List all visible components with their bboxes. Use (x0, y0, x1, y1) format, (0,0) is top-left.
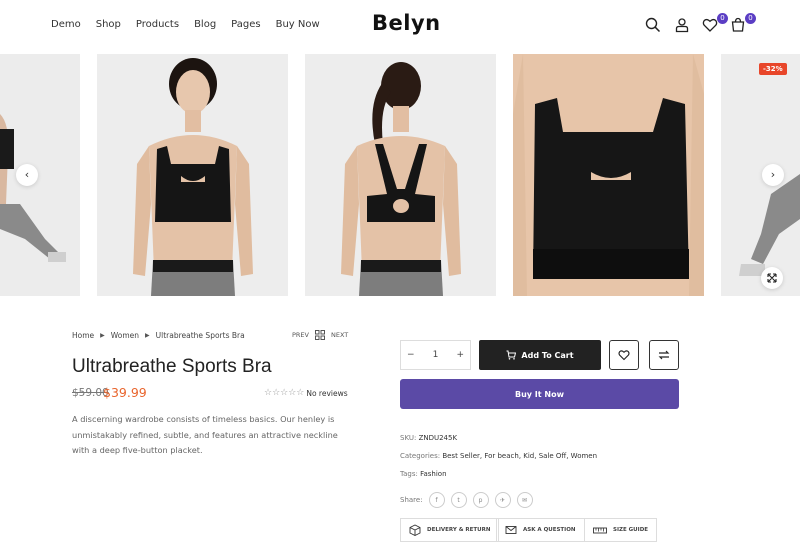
box-icon (409, 524, 421, 536)
breadcrumb: Home ▶ Women ▶ Ultrabreathe Sports Bra (72, 331, 245, 340)
pinterest-icon[interactable]: p (472, 492, 489, 508)
add-to-cart-label: Add To Cart (521, 350, 574, 360)
cart-count-badge: 0 (745, 13, 756, 24)
wishlist-count-badge: 0 (717, 13, 728, 24)
reviews-count[interactable]: No reviews (306, 389, 347, 398)
quantity-stepper: − 1 + (400, 340, 471, 370)
gallery-image-back[interactable] (305, 54, 496, 296)
delivery-return-label: DELIVERY & RETURN (427, 527, 491, 533)
site-logo[interactable]: Belyn (372, 11, 441, 35)
compare-button[interactable] (649, 340, 679, 370)
sku-value: ZNDU245K (418, 434, 458, 442)
size-guide-label: SIZE GUIDE (613, 527, 649, 533)
expand-icon (767, 273, 777, 283)
search-icon[interactable] (645, 17, 665, 37)
site-header: Demo Shop Products Blog Pages Buy Now Be… (0, 0, 800, 52)
gallery-image-side[interactable] (721, 54, 800, 296)
sku-label: SKU: (400, 434, 417, 442)
sku-row: SKU: ZNDU245K (400, 434, 457, 442)
add-to-cart-button[interactable]: Add To Cart (479, 340, 601, 370)
buy-now-button[interactable]: Buy It Now (400, 379, 679, 409)
gallery-prev-button[interactable]: ‹ (16, 164, 38, 186)
gallery-image-lunge[interactable] (0, 54, 80, 296)
nav-products[interactable]: Products (136, 19, 179, 30)
product-pagination: PREV NEXT (292, 330, 348, 340)
sale-price: $39.99 (103, 385, 147, 400)
main-nav: Demo Shop Products Blog Pages Buy Now (51, 19, 335, 30)
gallery-image-front[interactable] (97, 54, 288, 296)
tags-row: Tags: Fashion (400, 470, 447, 478)
grid-icon[interactable] (315, 330, 325, 340)
size-guide-button[interactable]: SIZE GUIDE (584, 518, 658, 542)
product-description: A discerning wardrobe consists of timele… (72, 414, 338, 455)
tags-label: Tags: (400, 470, 418, 478)
tags-value[interactable]: Fashion (420, 470, 446, 478)
minus-icon[interactable]: − (407, 350, 415, 360)
nav-buy-now[interactable]: Buy Now (276, 19, 320, 30)
delivery-return-button[interactable]: DELIVERY & RETURN (400, 518, 500, 542)
email-icon[interactable]: ✉ (516, 492, 533, 508)
product-title: Ultrabreathe Sports Bra (72, 356, 272, 377)
chevron-right-icon: ▶ (145, 332, 150, 339)
nav-blog[interactable]: Blog (194, 19, 216, 30)
gallery-next-button[interactable]: › (762, 164, 784, 186)
next-product-link[interactable]: NEXT (331, 331, 348, 339)
ruler-icon (593, 527, 607, 534)
prev-product-link[interactable]: PREV (292, 331, 309, 339)
ask-question-label: ASK A QUESTION (523, 527, 576, 533)
categories-label: Categories: (400, 452, 441, 460)
ask-question-button[interactable]: ASK A QUESTION (496, 518, 585, 542)
cart-icon (506, 350, 517, 360)
plus-icon[interactable]: + (456, 350, 464, 360)
product-gallery: ‹ › -32% (0, 54, 800, 296)
compare-icon (658, 350, 670, 360)
gallery-image-closeup[interactable] (513, 54, 704, 296)
chevron-right-icon: ▶ (100, 332, 105, 339)
account-icon[interactable] (674, 17, 694, 37)
sale-badge: -32% (759, 63, 787, 75)
add-to-wishlist-button[interactable] (609, 340, 639, 370)
nav-pages[interactable]: Pages (231, 19, 260, 30)
twitter-icon[interactable]: t (450, 492, 467, 508)
product-rating[interactable]: ☆☆☆☆☆ No reviews (264, 388, 348, 398)
facebook-icon[interactable]: f (428, 492, 445, 508)
quantity-value[interactable]: 1 (433, 350, 439, 360)
breadcrumb-women[interactable]: Women (111, 331, 139, 340)
categories-value[interactable]: Best Seller, For beach, Kid, Sale Off, W… (442, 452, 597, 460)
cart-icon[interactable]: 0 (730, 13, 756, 37)
telegram-icon[interactable]: ✈ (494, 492, 511, 508)
breadcrumb-home[interactable]: Home (72, 331, 94, 340)
categories-row: Categories: Best Seller, For beach, Kid,… (400, 452, 597, 460)
heart-icon (618, 350, 630, 361)
zoom-button[interactable] (761, 267, 783, 289)
breadcrumb-current: Ultrabreathe Sports Bra (155, 331, 245, 340)
share-row: Share: f t p ✈ ✉ (400, 492, 533, 508)
mail-icon (505, 526, 517, 534)
wishlist-icon[interactable]: 0 (702, 13, 728, 37)
star-rating-icon: ☆☆☆☆☆ (264, 388, 305, 398)
nav-demo[interactable]: Demo (51, 19, 81, 30)
nav-shop[interactable]: Shop (96, 19, 121, 30)
share-label: Share: (400, 496, 423, 504)
